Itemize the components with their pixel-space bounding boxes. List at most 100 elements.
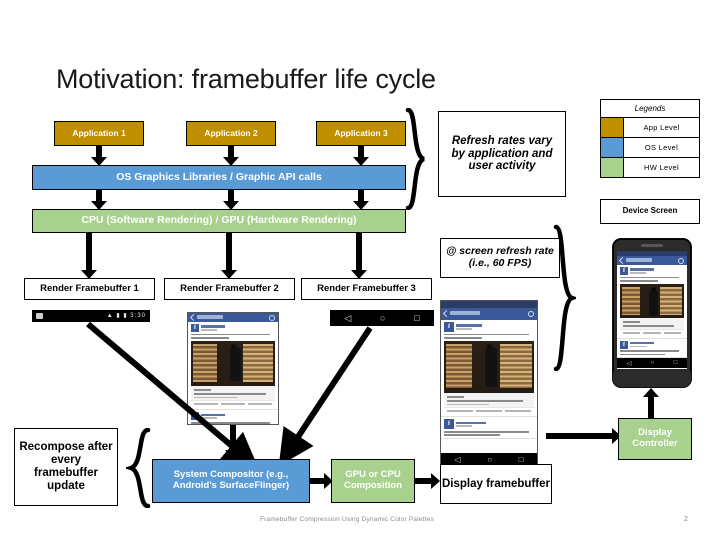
facebook-avatar-icon: f xyxy=(444,322,454,332)
arrow-controller-to-screen xyxy=(643,388,659,418)
legend-label-os-level: OS Level xyxy=(644,143,679,152)
photo-shelf-right xyxy=(660,286,682,315)
post-actions[interactable] xyxy=(620,328,684,336)
arrow-fb2-to-compositor xyxy=(225,425,241,459)
recents-icon[interactable]: □ xyxy=(414,313,419,323)
post-text-line xyxy=(620,353,665,356)
app-navbar xyxy=(441,308,537,320)
photo-person xyxy=(485,346,498,387)
legend-item-hw-level: HW Level xyxy=(601,157,699,177)
note-recompose: Recompose after every framebuffer update xyxy=(14,428,118,506)
os-graphics-layer[interactable]: OS Graphics Libraries / Graphic API call… xyxy=(32,165,406,190)
feed-post: f xyxy=(441,320,537,418)
legend-item-app-level: App Level xyxy=(601,117,699,137)
comment-action[interactable] xyxy=(476,410,502,413)
share-action[interactable] xyxy=(505,410,531,413)
facebook-avatar-icon: f xyxy=(620,267,628,275)
app-box-2-label: Application 2 xyxy=(204,127,258,138)
render-framebuffer-box-1[interactable]: Render Framebuffer 1 xyxy=(24,278,155,300)
app-box-2[interactable]: Application 2 xyxy=(186,121,276,146)
slide-canvas: Motivation: framebuffer life cycle Appli… xyxy=(0,0,720,540)
app-title-placeholder xyxy=(626,257,652,262)
render-framebuffer-box-3[interactable]: Render Framebuffer 3 xyxy=(301,278,432,300)
post-header: f xyxy=(444,419,534,430)
post-caption-meta xyxy=(447,403,489,406)
share-action[interactable] xyxy=(663,331,681,334)
feed-post: f xyxy=(617,339,687,359)
feed-post: f xyxy=(441,417,537,439)
post-photo xyxy=(444,340,534,393)
device-screen-label-text: Device Screen xyxy=(622,206,678,216)
render-framebuffer-3-label: Render Framebuffer 3 xyxy=(317,282,416,294)
arrow-hw-to-fb1 xyxy=(81,233,97,279)
post-header: f xyxy=(444,322,534,332)
search-icon xyxy=(528,311,534,317)
arrow-composition-to-display-framebuffer xyxy=(415,473,440,489)
render-framebuffer-1-label: Render Framebuffer 1 xyxy=(40,282,139,294)
gpu-cpu-composition-label: GPU or CPU Composition xyxy=(343,469,403,491)
post-meta xyxy=(630,272,646,274)
photo-shelf-left xyxy=(446,343,472,388)
system-compositor-label: System Compositor (e.g., Android’s Surfa… xyxy=(172,469,290,491)
post-caption-line xyxy=(447,396,464,399)
display-controller-box[interactable]: Display Controller xyxy=(618,418,692,460)
composed-surface: f f ◁ ○ □ xyxy=(441,301,537,466)
arrow-compositor-to-composition xyxy=(310,473,333,489)
cpu-gpu-layer[interactable]: CPU (Software Rendering) / GPU (Hardware… xyxy=(32,209,406,233)
arrow-os-to-hw-1 xyxy=(91,190,107,210)
notification-icon xyxy=(36,313,43,319)
footer-page-number: 2 xyxy=(684,516,688,523)
post-author xyxy=(630,341,654,345)
note-screen-refresh: @ screen refresh rate (i.e., 60 FPS) xyxy=(440,238,560,278)
display-controller-label: Display Controller xyxy=(632,427,678,449)
post-text-line xyxy=(444,336,482,339)
legend-label-app-level: App Level xyxy=(643,123,680,132)
comment-action[interactable] xyxy=(643,331,661,334)
phone-nav-keys[interactable]: ◁ ○ □ xyxy=(617,358,687,369)
system-compositor-box[interactable]: System Compositor (e.g., Android’s Surfa… xyxy=(152,459,310,503)
like-action[interactable] xyxy=(623,331,641,334)
recents-icon[interactable]: □ xyxy=(519,455,524,464)
app-box-1[interactable]: Application 1 xyxy=(54,121,144,146)
photo-shelf-right xyxy=(500,343,532,388)
home-icon[interactable]: ○ xyxy=(380,313,385,323)
like-action[interactable] xyxy=(447,410,473,413)
app-box-3[interactable]: Application 3 xyxy=(316,121,406,146)
gpu-cpu-composition-box[interactable]: GPU or CPU Composition xyxy=(331,459,415,503)
back-icon[interactable]: ◁ xyxy=(454,455,460,464)
framebuffer-3-nav-bar[interactable]: ◁ ○ □ xyxy=(330,310,434,326)
photo-person-head xyxy=(487,343,493,349)
back-icon[interactable]: ◁ xyxy=(344,313,351,324)
arrow-app3-to-os xyxy=(353,146,369,166)
post-text-line xyxy=(444,333,529,336)
legend-swatch-os-level xyxy=(601,138,624,157)
cpu-gpu-layer-label: CPU (Software Rendering) / GPU (Hardware… xyxy=(81,214,357,227)
photo-person-head xyxy=(650,286,656,292)
phone-screen: f f ◁ ○ □ xyxy=(617,251,687,369)
post-photo xyxy=(620,283,684,318)
phone-chin xyxy=(613,371,691,387)
facebook-avatar-icon: f xyxy=(444,419,454,430)
post-author xyxy=(456,324,482,327)
legend-swatch-app-level xyxy=(601,118,624,137)
post-actions[interactable] xyxy=(444,407,534,414)
post-meta xyxy=(456,328,472,330)
arrow-os-to-hw-2 xyxy=(223,190,239,210)
feed-post: f xyxy=(617,265,687,339)
search-icon xyxy=(678,258,684,264)
display-framebuffer-box[interactable]: Display framebuffer xyxy=(440,464,552,504)
legend-panel: Legends App Level OS Level HW Level xyxy=(600,99,700,178)
back-icon xyxy=(442,309,450,318)
back-icon[interactable]: ◁ xyxy=(627,360,632,367)
brace-recompose xyxy=(126,428,151,508)
app-box-3-label: Application 3 xyxy=(334,127,388,138)
brace-refresh-rates xyxy=(405,108,426,210)
home-icon[interactable]: ○ xyxy=(651,360,655,366)
note-refresh-rates: Refresh rates vary by application and us… xyxy=(438,111,566,197)
note-recompose-text: Recompose after every framebuffer update xyxy=(19,441,113,492)
render-framebuffer-box-2[interactable]: Render Framebuffer 2 xyxy=(164,278,295,300)
back-icon xyxy=(618,256,626,265)
home-icon[interactable]: ○ xyxy=(487,455,492,464)
recents-icon[interactable]: □ xyxy=(674,360,678,366)
post-text-line xyxy=(620,350,679,352)
